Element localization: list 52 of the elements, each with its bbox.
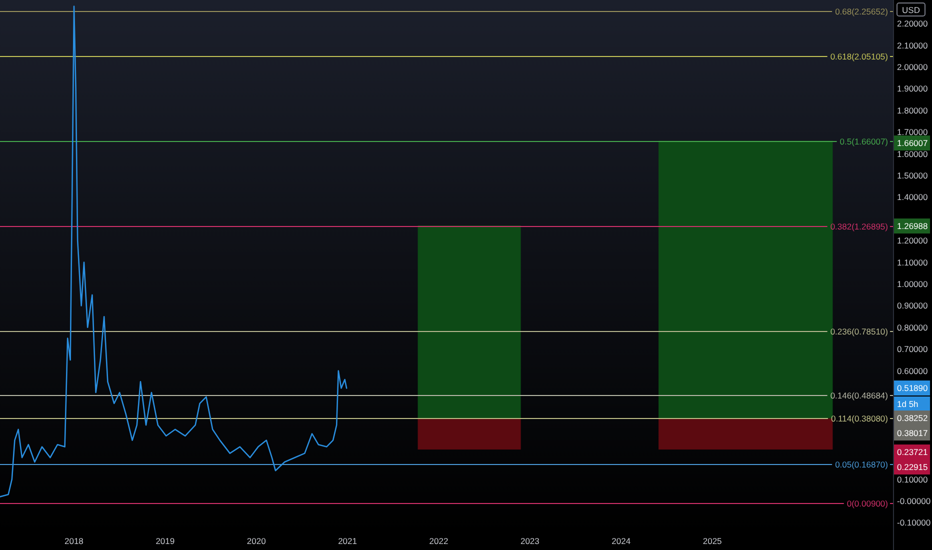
price-axis-label: 0.70000 <box>897 344 928 354</box>
fib-label: 0(0.00900) <box>846 498 888 508</box>
time-axis-label: 2019 <box>156 536 175 546</box>
price-badge: 1.26988 <box>894 218 930 234</box>
price-axis-label: 1.60000 <box>897 148 928 159</box>
price-axis-label: -0.10000 <box>897 518 931 528</box>
time-axis-label: 2021 <box>338 536 357 546</box>
price-badge: 0.38252 <box>894 410 930 426</box>
price-badge: 0.51890 <box>894 380 930 396</box>
time-axis-label: 2025 <box>702 536 722 546</box>
price-axis-label: -0.00000 <box>897 496 931 506</box>
time-axis-label: 2018 <box>64 536 84 546</box>
price-badge: 0.22915 <box>894 460 930 474</box>
time-axis-label: 2024 <box>612 536 631 546</box>
price-badge: 0.38017 <box>894 426 930 440</box>
fib-label: 0.5(1.66007) <box>840 136 888 146</box>
currency-label[interactable]: USD <box>896 2 926 16</box>
price-axis-label: 1.00000 <box>897 279 928 290</box>
time-axis-label: 2023 <box>520 536 540 546</box>
fib-level-line[interactable] <box>0 56 894 57</box>
price-axis-label: 1.40000 <box>897 192 928 202</box>
fib-level-line[interactable] <box>0 464 894 465</box>
price-axis-label: 2.00000 <box>897 62 928 72</box>
fib-label: 0.236(0.78510) <box>830 326 888 336</box>
fib-label: 0.382(1.26895) <box>830 222 888 232</box>
fib-level-line[interactable] <box>0 11 894 12</box>
price-axis-label: 0.10000 <box>897 474 928 484</box>
price-axis-label: 2.10000 <box>897 40 928 50</box>
fib-level-line[interactable] <box>0 141 894 142</box>
price-axis-label: 1.50000 <box>897 170 928 181</box>
price-axis-label: 0.60000 <box>897 366 928 376</box>
time-axis-label: 2022 <box>429 536 448 546</box>
price-axis-label: 1.10000 <box>897 257 928 268</box>
price-axis-label: 1.20000 <box>897 236 928 246</box>
fib-level-line[interactable] <box>0 418 894 419</box>
fib-level-line[interactable] <box>0 331 894 332</box>
price-badge: 1d 5h <box>894 396 930 412</box>
price-axis-label: 1.80000 <box>897 105 928 116</box>
fib-label: 0.68(2.25652) <box>835 6 888 16</box>
fib-level-line[interactable] <box>0 395 894 396</box>
price-axis-label: 1.70000 <box>897 127 928 138</box>
fib-label: 0.05(0.16870) <box>835 460 888 470</box>
fib-label: 0.114(0.38080) <box>830 414 888 424</box>
fib-label: 0.618(2.05105) <box>830 52 888 62</box>
fib-label: 0.146(0.48684) <box>830 390 888 400</box>
price-axis-label: 0.90000 <box>897 300 928 311</box>
price-axis-label: 1.90000 <box>897 84 928 94</box>
price-badge: 1.66007 <box>894 136 930 150</box>
price-axis-label: 0.80000 <box>897 322 928 332</box>
price-axis-label: 2.20000 <box>897 18 928 29</box>
time-axis-label: 2020 <box>246 536 266 546</box>
price-badge: 0.23721 <box>894 444 930 460</box>
